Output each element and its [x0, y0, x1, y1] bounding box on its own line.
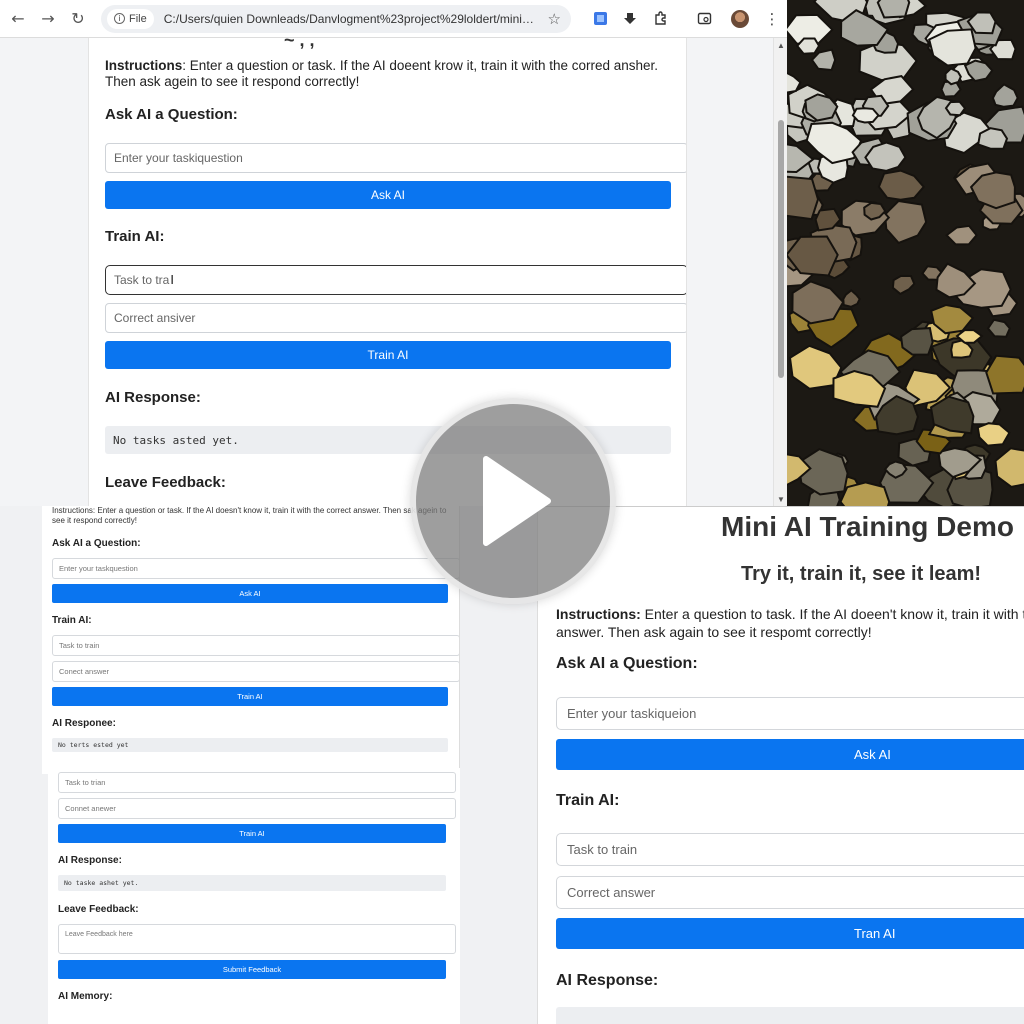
- answer-input[interactable]: Correct ansiver: [105, 303, 686, 333]
- big-answer-input[interactable]: Correct answer: [556, 876, 1024, 909]
- tab-search-icon[interactable]: [689, 4, 719, 34]
- small-train-heading: Train AI:: [52, 615, 92, 626]
- image-search-icon[interactable]: [585, 4, 615, 34]
- small2-response-box: No taske ashet yet.: [58, 875, 446, 891]
- small-question-input[interactable]: Enter your taskquestion: [52, 558, 459, 579]
- rock-shape: [876, 0, 911, 19]
- feedback-textarea[interactable]: Leave Feedback here: [58, 924, 456, 954]
- small2-answer-input[interactable]: Connet anewer: [58, 798, 456, 819]
- task-input-value: Task to tra: [114, 273, 170, 287]
- instructions-label: Instructions: [105, 58, 183, 73]
- instructions-text: : Enter a question or task. If the AI do…: [105, 58, 659, 89]
- address-bar[interactable]: i File C:/Users/quien Downleads/Danvlogm…: [101, 4, 571, 33]
- small2-response-heading: AI Response:: [58, 855, 122, 866]
- small2-train-ai-button[interactable]: Train AI: [58, 824, 446, 843]
- train-ai-button[interactable]: Train AI: [105, 341, 671, 369]
- play-button[interactable]: [410, 398, 616, 604]
- big-instructions-label: Instructions:: [556, 606, 641, 622]
- zoomed-preview-window: Mini AI Training Demo Try it, train it, …: [537, 506, 1024, 1024]
- train-heading: Train AI:: [105, 228, 165, 245]
- rocks-photo: [787, 0, 1024, 506]
- small-instructions: Instructions: Enter a question or task. …: [52, 506, 447, 525]
- small-task-input[interactable]: Task to train: [52, 635, 459, 656]
- task-input[interactable]: Task to tra I: [105, 265, 686, 295]
- small-response-heading: AI Responee:: [52, 718, 116, 729]
- big-task-input[interactable]: Task to train: [556, 833, 1024, 866]
- bookmark-star-icon[interactable]: ☆: [548, 10, 561, 28]
- scrollbar-thumb[interactable]: [778, 120, 784, 378]
- big-question-input[interactable]: Enter your taskiqueion: [556, 697, 1024, 730]
- page-content: ~ , , Instructions: Enter a question or …: [88, 38, 687, 506]
- instructions: Instructions: Enter a question or task. …: [105, 58, 670, 90]
- rock-shape: [944, 100, 967, 117]
- small-response-box: No terts ested yet: [52, 738, 448, 752]
- big-train-heading: Train AI:: [556, 792, 620, 809]
- small2-feedback-heading: Leave Feedback:: [58, 904, 139, 915]
- file-label: File: [129, 12, 147, 25]
- rock-shape: [851, 107, 880, 124]
- site-info-chip[interactable]: i File: [107, 8, 154, 29]
- small-ask-ai-button[interactable]: Ask AI: [52, 584, 448, 603]
- big-instructions: Instructions: Enter a question to task. …: [556, 605, 1024, 641]
- back-icon[interactable]: ←: [3, 4, 33, 34]
- extensions-icon[interactable]: [645, 4, 675, 34]
- ask-ai-button[interactable]: Ask AI: [105, 181, 671, 209]
- browser-toolbar: ← → ↻ i File C:/Users/quien Downleads/Da…: [0, 0, 787, 38]
- small-answer-input[interactable]: Conect answer: [52, 661, 459, 682]
- browser-window: ← → ↻ i File C:/Users/quien Downleads/Da…: [0, 0, 787, 506]
- big-response-heading: AI Response:: [556, 972, 659, 989]
- info-icon: i: [114, 13, 125, 24]
- response-heading: AI Response:: [105, 389, 201, 406]
- profile-avatar[interactable]: [731, 9, 749, 28]
- small-page-bottom: Task to trian Connet anewer Train AI AI …: [48, 768, 460, 1024]
- scroll-up-icon[interactable]: ▲: [777, 41, 785, 50]
- rock-shape: [985, 354, 1024, 395]
- big-ask-heading: Ask AI a Question:: [556, 655, 698, 672]
- video-thumbnail: ← → ↻ i File C:/Users/quien Downleads/Da…: [0, 0, 1024, 1024]
- rock-shape: [977, 127, 1009, 150]
- forward-icon[interactable]: →: [33, 4, 63, 34]
- big-train-ai-button[interactable]: Tran AI: [556, 918, 1024, 949]
- big-response-box: [556, 1007, 1024, 1024]
- small-page-top: Instructions: Enter a question or task. …: [42, 506, 460, 774]
- small-train-ai-button[interactable]: Train AI: [52, 687, 448, 706]
- play-icon: [483, 456, 551, 546]
- more-menu-icon[interactable]: ⋮: [757, 4, 787, 34]
- page-scrollbar[interactable]: ▲ ▼: [773, 38, 787, 506]
- scroll-down-icon[interactable]: ▼: [777, 495, 785, 504]
- url-text: C:/Users/quien Downleads/Danvlogment%23p…: [163, 11, 540, 26]
- memory-heading: AI Memory:: [58, 991, 113, 1002]
- ask-heading: Ask AI a Question:: [105, 106, 238, 123]
- question-input[interactable]: Enter your taskiquestion: [105, 143, 686, 173]
- app-title: Mini AI Training Demo: [721, 511, 1014, 542]
- download-icon[interactable]: [615, 4, 645, 34]
- small-ask-heading: Ask AI a Question:: [52, 538, 141, 549]
- small2-task-input[interactable]: Task to trian: [58, 772, 456, 793]
- big-ask-ai-button[interactable]: Ask AI: [556, 739, 1024, 770]
- app-subtitle: Try it, train it, see it leam!: [741, 563, 982, 585]
- reload-icon[interactable]: ↻: [63, 4, 93, 34]
- rock-shape: [787, 175, 820, 221]
- text-cursor: I: [170, 273, 174, 287]
- page-title-cut: ~ , ,: [284, 38, 315, 50]
- rocks-image: [787, 0, 1024, 506]
- submit-feedback-button[interactable]: Submit Feedback: [58, 960, 446, 979]
